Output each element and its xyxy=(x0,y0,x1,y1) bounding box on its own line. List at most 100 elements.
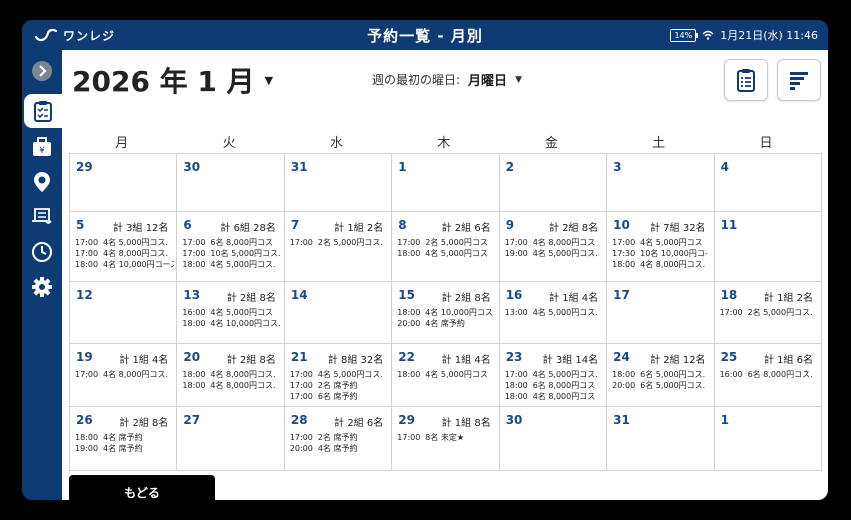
calendar-day-cell[interactable]: 14 xyxy=(284,282,393,344)
calendar-day-cell[interactable]: 15 計 2組 8名 18:00 4名 10,000円コス 20:00 4名 席予約 xyxy=(392,282,500,344)
reservation-time: 20:00 xyxy=(289,444,313,453)
calendar-day-cell[interactable]: 26 計 2組 8名 18:00 4名 席予約 19:00 4名 席予約 xyxy=(70,407,178,471)
calendar-day-cell[interactable]: 10 計 7組 32名 17:00 4名 5,000円コス 17:30 10名 10,00… xyxy=(607,212,715,282)
day-number: 1 xyxy=(720,413,729,427)
reservation-time: 19:00 xyxy=(504,249,528,258)
weekday-label: 金 xyxy=(544,136,558,151)
calendar-day-cell[interactable]: 9 計 2組 8名 17:00 4名 8,000円コス 19:00 4名 5,000円コス… xyxy=(499,212,608,282)
reservation-detail: 4名 5,000円コス xyxy=(425,249,488,258)
day-number: 7 xyxy=(290,218,300,232)
calendar-day-cell[interactable]: 27 xyxy=(177,407,285,471)
calendar-day-cell[interactable]: 11 xyxy=(714,212,822,282)
reservation-list-button[interactable] xyxy=(724,59,768,101)
main-content: 2026 年 1 月 ▼ 週の最初の曜日: 月曜日 ▼ 月 火 水 木 金 土 … xyxy=(62,50,828,500)
calendar-day-cell[interactable]: 31 xyxy=(284,154,393,212)
day-number: 8 xyxy=(398,218,407,232)
reservation-time: 19:00 xyxy=(75,444,99,453)
day-summary: 計 2組 8名 xyxy=(119,418,169,429)
reservation-entry: 17:00 2名 5,000円コス xyxy=(397,237,496,248)
month-selector[interactable]: 2026 年 1 月 ▼ xyxy=(72,60,273,100)
day-number: 30 xyxy=(505,413,523,427)
sidebar-item-location[interactable] xyxy=(22,165,62,199)
calendar-day-cell[interactable]: 12 xyxy=(70,282,178,344)
reservation-detail: 4名 8,000円コス. xyxy=(103,370,169,379)
reservation-list: 17:00 2名 5,000円コス. xyxy=(290,237,389,248)
day-number: 13 xyxy=(183,288,201,302)
sidebar-item-clock[interactable] xyxy=(22,235,62,269)
calendar-day-cell[interactable]: 8 計 2組 6名 17:00 2名 5,000円コス 18:00 4名 5,000円コス xyxy=(392,212,500,282)
calendar-day-cell[interactable]: 16 計 1組 4名 13:00 4名 5,000円コス. xyxy=(499,282,608,344)
reservation-entry: 18:00 4名 5,000円コス xyxy=(397,369,496,380)
calendar-day-cell[interactable]: 6 計 6組 28名 17:00 6名 8,000円コス 17:00 10名 5,000円… xyxy=(177,212,285,282)
calendar-day-cell[interactable]: 22 計 1組 4名 18:00 4名 5,000円コス xyxy=(392,344,500,407)
calendar-day-cell[interactable]: 13 計 2組 8名 16:00 4名 5,000円コス 18:00 4名 10,000円… xyxy=(177,282,285,344)
day-summary: 計 2組 8名 xyxy=(226,293,276,304)
day-number: 6 xyxy=(183,218,192,232)
sort-button[interactable] xyxy=(777,59,821,101)
day-summary: 計 2組 6名 xyxy=(334,418,384,429)
week-start-selector[interactable]: 週の最初の曜日: 月曜日 ▼ xyxy=(372,70,522,89)
calendar-day-cell[interactable]: 25 計 1組 6名 16:00 6名 8,000円コス. xyxy=(714,344,822,407)
calendar-day-cell[interactable]: 23 計 3組 14名 17:00 4名 5,000円コス. 18:00 6名 8,000… xyxy=(499,344,608,407)
reservation-list: 17:00 6名 8,000円コス 17:00 10名 5,000円コス. 18:00 4… xyxy=(182,237,281,270)
reservation-entry: 17:00 2名 5,000円コス. xyxy=(290,237,389,248)
day-summary: 計 1組 2名 xyxy=(334,223,384,234)
reservation-detail: 4名 8,000円コス xyxy=(532,238,596,247)
reservation-list: 17:00 4名 5,000円コス. 18:00 6名 8,000円コス 18:00 4名… xyxy=(505,369,604,402)
reservation-entry: 17:00 10名 5,000円コス. xyxy=(182,248,281,259)
back-button[interactable]: もどる xyxy=(69,475,215,500)
calendar-day-cell[interactable]: 30 xyxy=(499,407,608,471)
reservation-detail: 4名 10,000円コス xyxy=(425,308,493,317)
calendar-day-cell[interactable]: 3 xyxy=(607,154,715,212)
calendar-day-cell[interactable]: 1 xyxy=(392,154,500,212)
calendar-day-cell[interactable]: 30 xyxy=(177,154,285,212)
reservation-entry: 18:00 4名 10,000円コース xyxy=(75,259,174,270)
day-number: 29 xyxy=(398,413,415,427)
calendar-day-cell[interactable]: 29 計 1組 8名 17:00 8名 未定★ xyxy=(392,407,500,471)
reservation-detail: 6名 5,000円コス. xyxy=(640,381,706,390)
reservation-time: 18:00 xyxy=(612,260,636,269)
calendar-day-cell[interactable]: 24 計 2組 12名 18:00 6名 5,000円コス. 20:00 6名 5,000… xyxy=(607,344,715,407)
reservation-time: 17:00 xyxy=(397,433,421,442)
sidebar-item-reservations[interactable] xyxy=(24,94,62,128)
sidebar-item-settings[interactable] xyxy=(22,270,62,304)
day-number: 31 xyxy=(613,413,630,427)
day-summary: 計 1組 4名 xyxy=(441,355,491,366)
calendar-day-cell[interactable]: 7 計 1組 2名 17:00 2名 5,000円コス. xyxy=(284,212,393,282)
reservation-entry: 18:00 4名 席予約 xyxy=(75,432,174,443)
reservation-list: 17:00 4名 5,000円コス. 17:00 2名 席予約 17:00 6名 席予約 xyxy=(290,369,389,402)
reservation-entry: 17:00 4名 8,000円コス. xyxy=(75,369,174,380)
sidebar-item-receipts[interactable] xyxy=(22,200,62,234)
calendar-day-cell[interactable]: 29 xyxy=(70,154,178,212)
clipboard-list-icon xyxy=(737,69,755,92)
reservation-time: 17:00 xyxy=(289,370,313,379)
calendar-day-cell[interactable]: 19 計 1組 4名 17:00 4名 8,000円コス. xyxy=(70,344,178,407)
reservation-list: 16:00 4名 5,000円コス 18:00 4名 10,000円コス. xyxy=(182,307,281,329)
reservation-time: 17:30 xyxy=(612,249,636,258)
calendar-day-cell[interactable]: 4 xyxy=(714,154,822,212)
reservation-entry: 18:00 6名 5,000円コス. xyxy=(612,369,711,380)
day-number: 30 xyxy=(183,160,201,174)
calendar-day-cell[interactable]: 28 計 2組 6名 17:00 2名 席予約 20:00 4名 席予約 xyxy=(284,407,393,471)
reservation-entry: 17:00 4名 8,000円コス. xyxy=(75,248,174,259)
calendar-day-cell[interactable]: 20 計 2組 8名 18:00 4名 8,000円コス. 18:00 4名 8,000円… xyxy=(177,344,285,407)
calendar-day-cell[interactable]: 17 xyxy=(607,282,715,344)
calendar-day-cell[interactable]: 31 xyxy=(607,407,715,471)
day-number: 5 xyxy=(76,218,85,232)
calendar-day-cell[interactable]: 2 xyxy=(499,154,608,212)
reservation-entry: 17:00 4名 8,000円コス xyxy=(505,237,604,248)
calendar-day-cell[interactable]: 21 計 8組 32名 17:00 4名 5,000円コス. 17:00 2名 席予約 17… xyxy=(284,344,393,407)
calendar-day-cell[interactable]: 1 xyxy=(714,407,822,471)
calendar-day-cell[interactable]: 18 計 1組 2名 17:00 2名 5,000円コス. xyxy=(714,282,822,344)
reservation-time: 17:00 xyxy=(289,238,313,247)
sidebar-expand-button[interactable] xyxy=(22,54,62,88)
weekday-label: 日 xyxy=(759,136,773,151)
day-number: 14 xyxy=(290,288,308,302)
reservation-time: 17:00 xyxy=(182,249,206,258)
sidebar-item-register[interactable]: ¥ xyxy=(22,130,62,164)
reservation-entry: 17:00 8名 未定★ xyxy=(397,432,496,443)
calendar-day-cell[interactable]: 5 計 3組 12名 17:00 4名 5,000円コス. 17:00 4名 8,000円… xyxy=(70,212,178,282)
reservation-time: 20:00 xyxy=(612,381,636,390)
reservation-entry: 18:00 4名 8,000円コス. xyxy=(612,259,711,270)
reservation-list: 18:00 4名 席予約 19:00 4名 席予約 xyxy=(75,432,174,454)
